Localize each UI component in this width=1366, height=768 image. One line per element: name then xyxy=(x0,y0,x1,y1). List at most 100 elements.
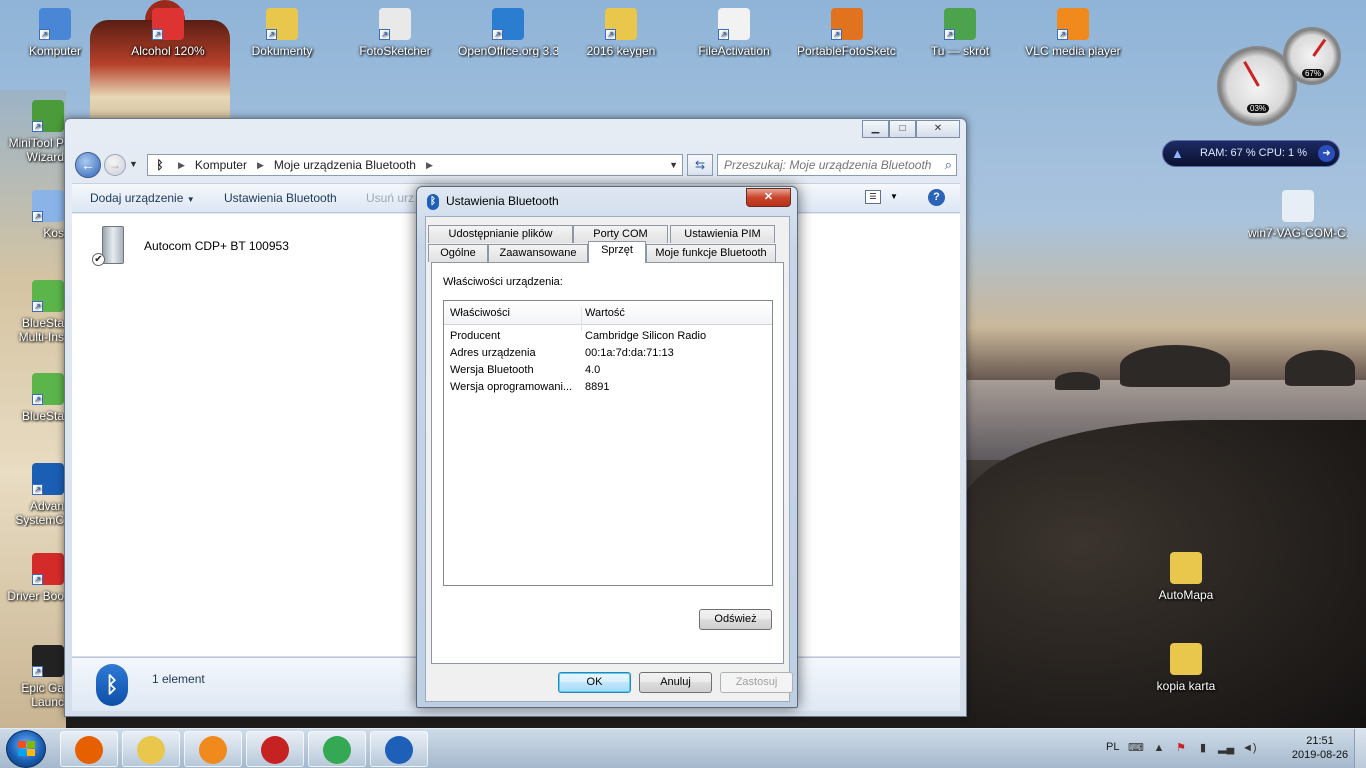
battery-icon[interactable]: ▮ xyxy=(1196,741,1210,755)
desktop-icon[interactable]: ↗ FileActivation xyxy=(684,8,784,58)
desktop-icon[interactable]: ↗ Epic Ga Launc xyxy=(0,645,66,709)
memory-meter-gadget[interactable]: 67% xyxy=(1283,27,1341,85)
tab-0-row1[interactable]: Udostępnianie plików xyxy=(428,225,573,243)
show-desktop-button[interactable] xyxy=(1354,729,1366,768)
back-button[interactable]: ← xyxy=(75,152,101,178)
shortcut-icon: ↗ xyxy=(944,8,976,40)
search-input[interactable] xyxy=(724,155,934,175)
remove-device-button[interactable]: Usuń urz xyxy=(366,191,414,205)
desktop-icon[interactable]: ↗ Dokumenty xyxy=(232,8,332,58)
show-hidden-icons-icon[interactable]: ▲ xyxy=(1152,741,1166,755)
desktop-icon[interactable]: win7-VAG-COM-C... xyxy=(1248,190,1348,240)
search-box[interactable]: ⌕ xyxy=(717,154,957,176)
desktop-icon[interactable]: ↗ Advan SystemC xyxy=(0,463,66,527)
explorer-icon xyxy=(137,736,165,764)
recent-pages-chevron-icon[interactable]: ▼ xyxy=(129,159,138,169)
shortcut-arrow-icon: ↗ xyxy=(39,29,50,40)
shortcut-arrow-icon: ↗ xyxy=(266,29,277,40)
address-bar[interactable]: ᛒ ▶ Komputer ▶ Moje urządzenia Bluetooth… xyxy=(147,154,683,176)
ok-button[interactable]: OK xyxy=(558,672,631,693)
tab-0-row2[interactable]: Ogólne xyxy=(428,244,488,262)
chevron-right-icon[interactable]: ▶ xyxy=(178,160,185,171)
keyboard-icon[interactable]: ⌨ xyxy=(1128,741,1144,755)
view-options-icon[interactable]: ☰ xyxy=(865,190,881,204)
device-item[interactable]: ✔ Autocom CDP+ BT 100953 xyxy=(92,226,289,266)
taskbar-app-button[interactable] xyxy=(370,731,428,767)
breadcrumb-computer[interactable]: Komputer xyxy=(195,158,247,172)
desktop-icon[interactable]: ↗ PortableFotoSketc... xyxy=(797,8,897,58)
window-controls: ▁ □ ✕ xyxy=(862,120,960,138)
desktop-icon[interactable]: ↗ VLC media player xyxy=(1023,8,1123,58)
property-row[interactable]: Adres urządzenia 00:1a:7d:da:71:13 xyxy=(444,345,772,362)
help-icon[interactable]: ? xyxy=(928,189,945,206)
bluestacks-icon: ↗ xyxy=(32,373,64,405)
desktop-icon[interactable]: ↗ BlueSta xyxy=(0,373,66,423)
desktop-icon-label: Komputer xyxy=(28,44,82,58)
desktop-icon[interactable]: ↗ Alcohol 120% xyxy=(118,8,218,58)
device-properties-caption: Właściwości urządzenia: xyxy=(443,276,563,288)
desktop-icon[interactable]: ↗ Tu — skrót xyxy=(910,8,1010,58)
shortcut-arrow-icon: ↗ xyxy=(32,301,43,312)
refresh-button[interactable]: Odśwież xyxy=(699,609,772,630)
property-row[interactable]: Wersja oprogramowani... 8891 xyxy=(444,379,772,396)
cancel-button[interactable]: Anuluj xyxy=(639,672,712,693)
properties-list[interactable]: Właściwości Wartość Producent Cambridge S… xyxy=(443,300,773,586)
tab-2-row1[interactable]: Ustawienia PIM xyxy=(670,225,775,243)
chevron-right-icon[interactable]: ▶ xyxy=(257,160,264,171)
taskbar-app-button[interactable] xyxy=(308,731,366,767)
desktop-icon[interactable]: ↗ Kos xyxy=(0,190,66,240)
taskbar-app-button[interactable] xyxy=(246,731,304,767)
tab-3-row2[interactable]: Moje funkcje Bluetooth xyxy=(646,244,776,262)
network-signal-icon[interactable]: ▂▄ xyxy=(1218,741,1234,755)
property-row[interactable]: Wersja Bluetooth 4.0 xyxy=(444,362,772,379)
taskbar-app-button[interactable] xyxy=(122,731,180,767)
chevron-right-icon[interactable]: ▶ xyxy=(426,160,433,171)
minimize-button[interactable]: ▁ xyxy=(862,120,889,138)
refresh-button[interactable]: ⇆ xyxy=(687,154,713,176)
language-indicator[interactable]: PL xyxy=(1106,741,1119,753)
fotosketcher-icon: ↗ xyxy=(379,8,411,40)
desktop-icon[interactable]: ↗ OpenOffice.org 3.3 xyxy=(458,8,558,58)
start-button[interactable] xyxy=(6,730,46,768)
clock-date: 2019-08-26 xyxy=(1291,749,1349,761)
device-name: Autocom CDP+ BT 100953 xyxy=(144,239,289,253)
maximize-button[interactable]: □ xyxy=(889,120,916,138)
bluetooth-icon: ᛒ xyxy=(96,664,128,706)
dialog-close-button[interactable]: ✕ xyxy=(746,188,791,207)
arrow-right-icon[interactable]: ➜ xyxy=(1318,145,1335,162)
desktop-icon[interactable]: ↗ MiniTool P Wizard xyxy=(0,100,66,164)
desktop-icon[interactable]: ↗ Driver Boo xyxy=(0,553,66,603)
shortcut-arrow-icon: ↗ xyxy=(32,574,43,585)
column-header-value[interactable]: Wartość xyxy=(585,307,625,319)
desktop-icon-label-line2: SystemC xyxy=(15,513,64,527)
desktop-icon[interactable]: ↗ FotoSketcher xyxy=(345,8,445,58)
desktop-icon[interactable]: ↗ 2016 keygen xyxy=(571,8,671,58)
alcohol-icon: ↗ xyxy=(152,8,184,40)
ram-cpu-gadget[interactable]: ▲ RAM: 67 % CPU: 1 % ➜ xyxy=(1162,140,1340,167)
search-icon[interactable]: ⌕ xyxy=(945,157,952,173)
folder-icon: ↗ xyxy=(605,8,637,40)
clock[interactable]: 21:51 2019-08-26 xyxy=(1290,734,1350,762)
memory-needle xyxy=(1312,38,1327,57)
property-row[interactable]: Producent Cambridge Silicon Radio xyxy=(444,328,772,345)
taskbar-app-button[interactable] xyxy=(60,731,118,767)
view-dropdown-icon[interactable]: ▼ xyxy=(890,192,898,201)
desktop-icon[interactable]: ↗ Komputer xyxy=(5,8,105,58)
desktop-icon[interactable]: ↗ BlueSta Multi-Ins xyxy=(0,280,66,344)
taskbar-app-button[interactable] xyxy=(184,731,242,767)
desktop-icon[interactable]: AutoMapa xyxy=(1136,552,1236,602)
tab-hardware-active[interactable]: Sprzęt xyxy=(588,241,646,263)
add-device-label: Dodaj urządzenie xyxy=(90,191,184,205)
apply-button[interactable]: Zastosuj xyxy=(720,672,793,693)
action-center-icon[interactable]: ⚑ xyxy=(1174,741,1188,755)
close-button[interactable]: ✕ xyxy=(916,120,960,138)
add-device-button[interactable]: Dodaj urządzenie ▼ xyxy=(90,191,195,205)
address-dropdown-icon[interactable]: ▼ xyxy=(669,160,678,170)
column-header-property[interactable]: Właściwości xyxy=(450,307,510,319)
volume-icon[interactable]: ◄) xyxy=(1242,741,1257,755)
breadcrumb-bluetooth-devices[interactable]: Moje urządzenia Bluetooth xyxy=(274,158,416,172)
forward-button[interactable]: → xyxy=(104,154,126,176)
tab-1-row2[interactable]: Zaawansowane xyxy=(488,244,588,262)
bluetooth-settings-button[interactable]: Ustawienia Bluetooth xyxy=(224,191,337,205)
desktop-icon[interactable]: kopia karta xyxy=(1136,643,1236,693)
